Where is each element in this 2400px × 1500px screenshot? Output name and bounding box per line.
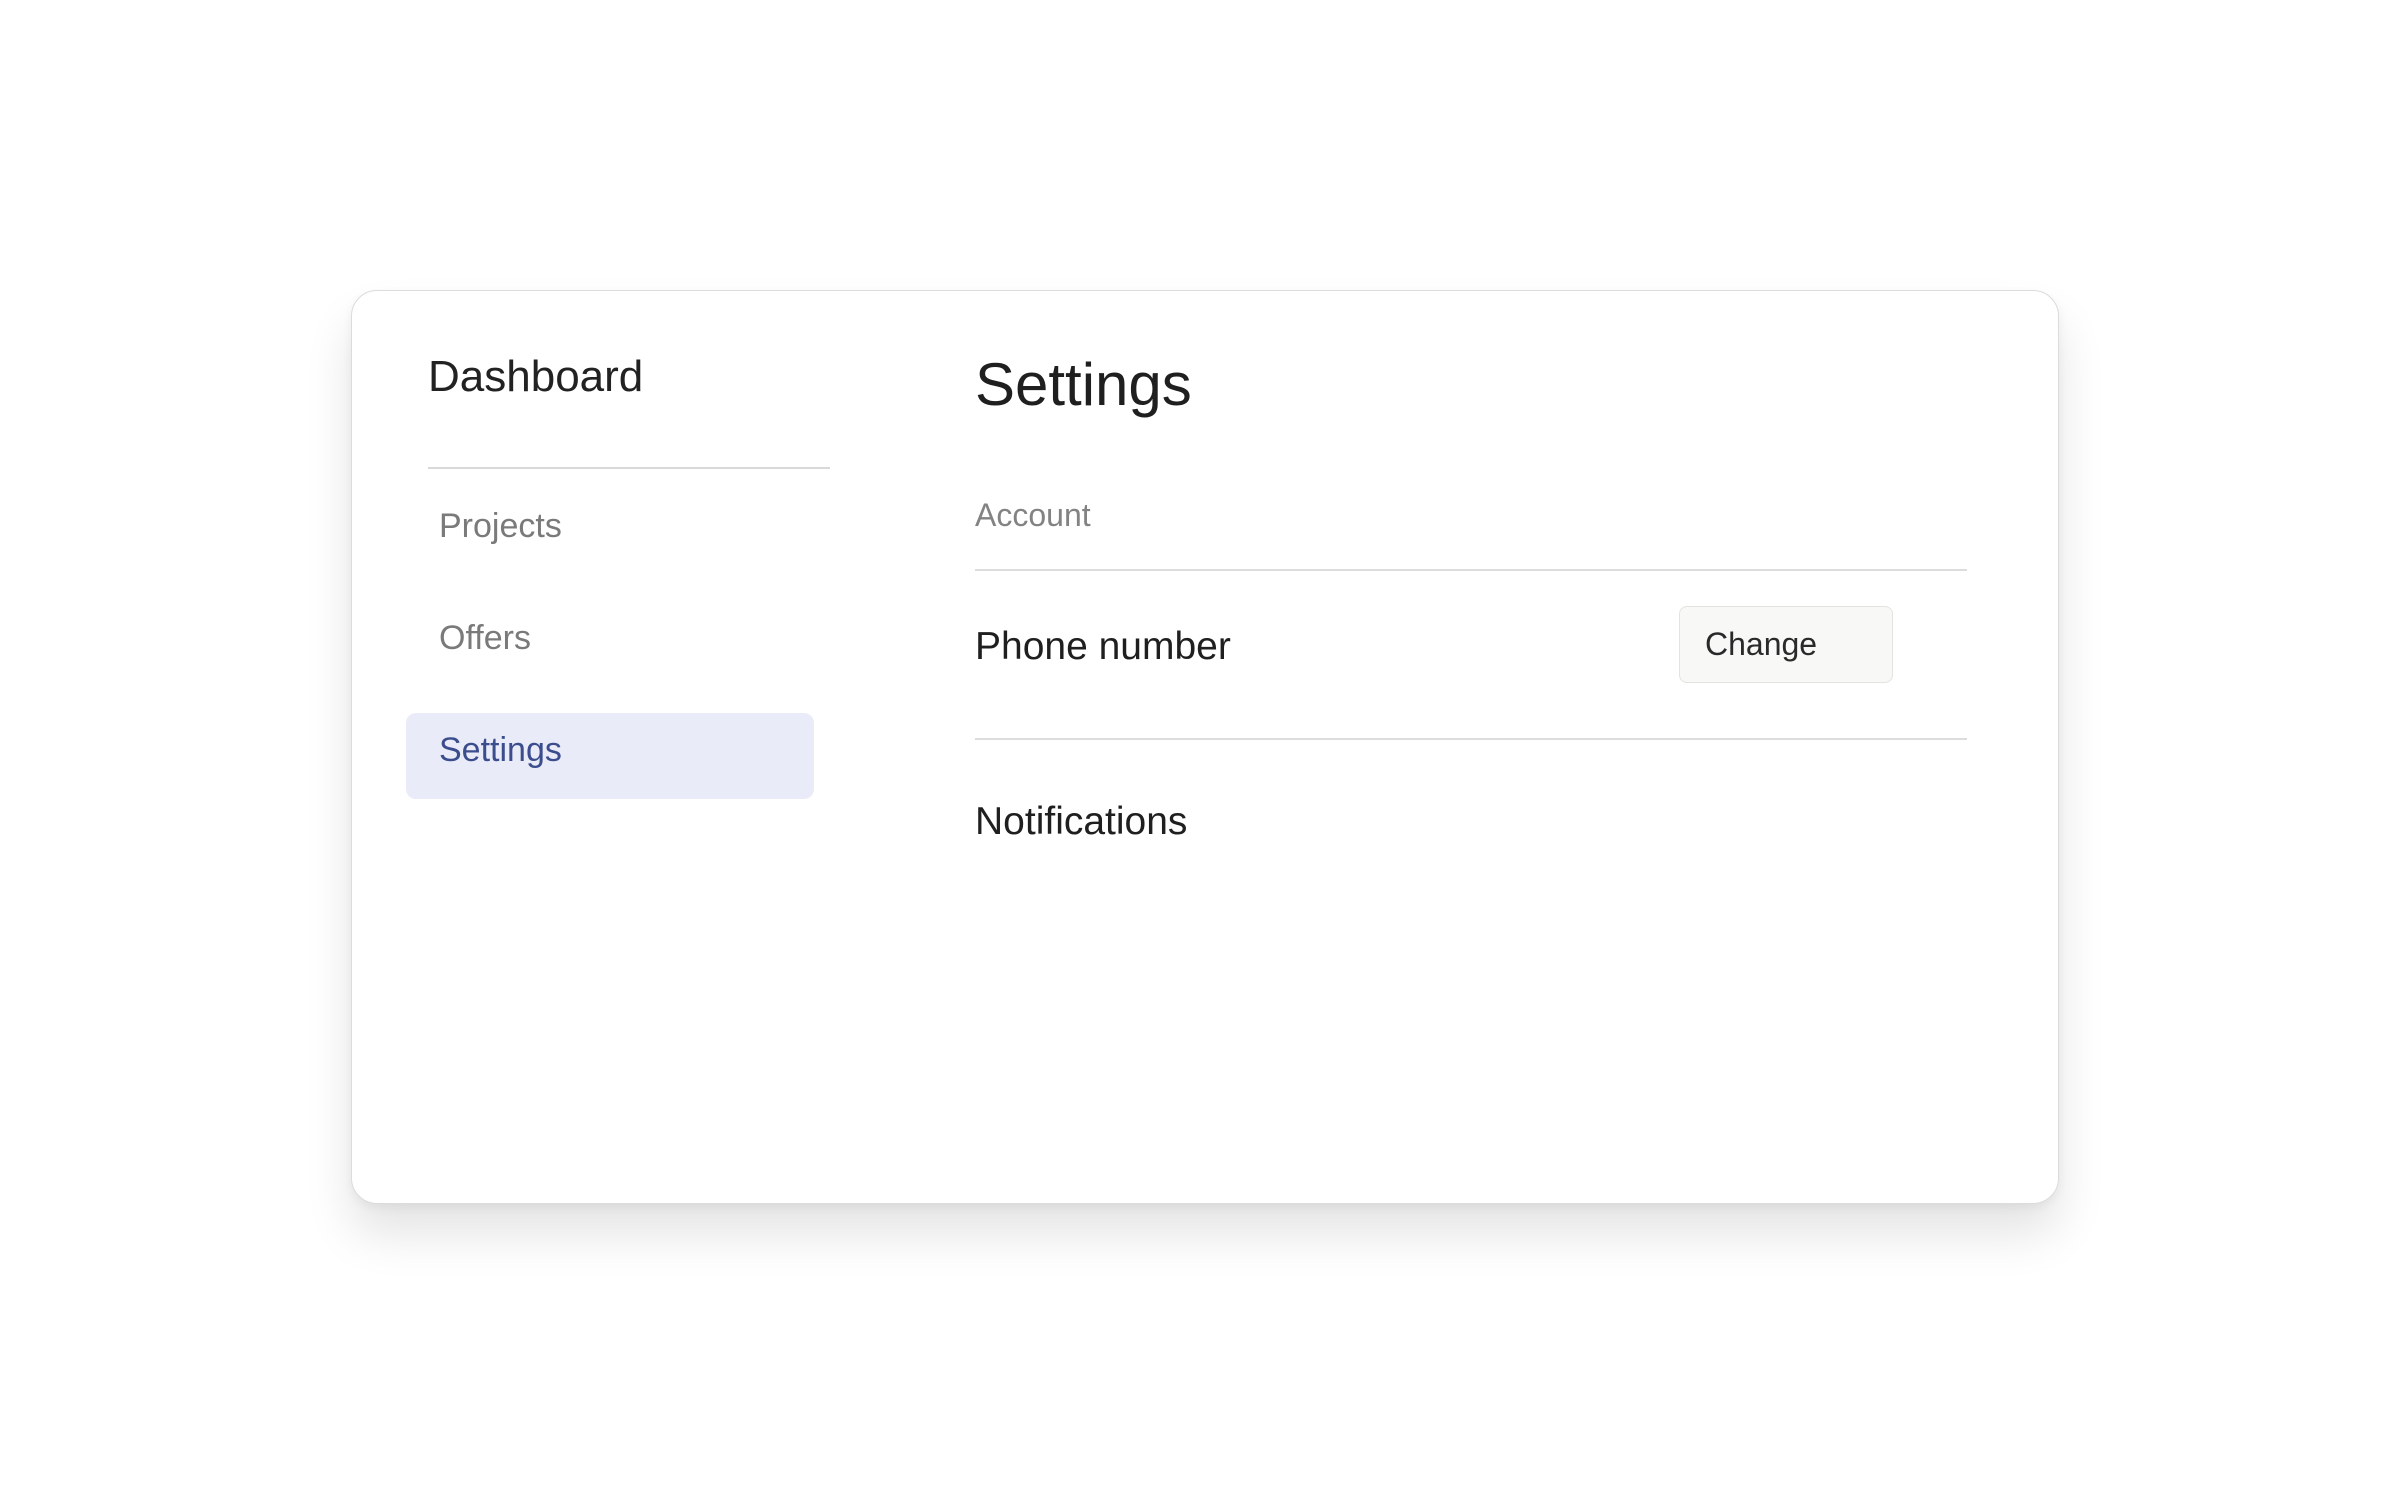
sidebar-item-projects[interactable]: Projects <box>406 489 814 575</box>
section-label-account: Account <box>975 497 1091 533</box>
notifications-label[interactable]: Notifications <box>975 802 1187 841</box>
phone-number-label: Phone number <box>975 625 1231 668</box>
sidebar-item-settings[interactable]: Settings <box>406 713 814 799</box>
sidebar-item-label: Projects <box>439 506 562 545</box>
settings-window: Dashboard Projects Offers Settings Setti… <box>351 290 2059 1204</box>
row-divider <box>975 738 1967 740</box>
section-divider <box>975 569 1967 571</box>
sidebar-item-label: Settings <box>439 730 562 769</box>
change-phone-button[interactable]: Change <box>1679 606 1893 683</box>
sidebar-divider <box>428 467 830 469</box>
page-title: Settings <box>975 351 1192 418</box>
sidebar-item-offers[interactable]: Offers <box>406 601 814 687</box>
sidebar-item-label: Offers <box>439 618 531 657</box>
dashboard-brand[interactable]: Dashboard <box>428 355 643 399</box>
